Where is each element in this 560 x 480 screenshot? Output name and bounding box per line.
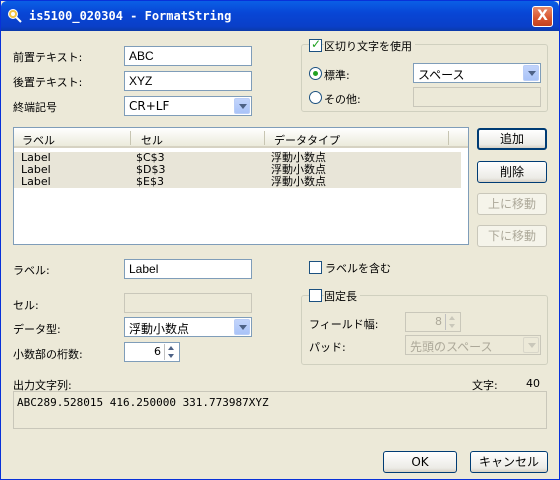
app-icon <box>8 9 22 23</box>
pad-label: パッド: <box>309 341 346 354</box>
chevron-down-icon[interactable] <box>523 65 539 81</box>
datatype-label: データ型: <box>13 323 61 336</box>
standard-delimiter-combobox[interactable]: スペース <box>413 63 541 83</box>
spinner-arrows-icon[interactable] <box>164 344 178 360</box>
add-button[interactable]: 追加 <box>477 128 547 150</box>
spinner-arrows-icon[interactable] <box>445 314 459 330</box>
terminator-combobox[interactable]: CR+LF <box>124 96 252 116</box>
column-header-datatype[interactable]: データタイプ <box>274 132 340 148</box>
row-label: Label <box>21 175 51 188</box>
table-row[interactable]: Label $E$3 浮動小数点 <box>14 176 461 188</box>
fixed-length-checkbox[interactable] <box>309 289 322 302</box>
row-datatype: 浮動小数点 <box>271 175 326 188</box>
delete-button[interactable]: 削除 <box>477 161 547 183</box>
row-cell: $E$3 <box>136 175 164 188</box>
move-up-button[interactable]: 上に移動 <box>477 193 547 215</box>
output-string-field[interactable]: ABC289.528015 416.250000 331.773987XYZ <box>13 391 547 429</box>
window-title: is5100_020304 - FormatString <box>29 9 232 23</box>
ok-button[interactable]: OK <box>383 451 457 473</box>
suffix-input[interactable]: XYZ <box>124 71 252 91</box>
use-delimiter-label: 区切り文字を使用 <box>324 38 415 54</box>
label-field-label: ラベル: <box>13 264 50 277</box>
terminator-label: 終端記号 <box>13 101 57 114</box>
list-header: ラベル セル データタイプ <box>14 128 468 148</box>
decimals-label: 小数部の桁数: <box>13 348 83 361</box>
include-label-checkbox[interactable] <box>309 261 322 274</box>
suffix-label: 後置テキスト: <box>13 76 83 89</box>
prefix-label: 前置テキスト: <box>13 51 83 64</box>
list-scrollbar[interactable] <box>461 148 468 244</box>
datatype-value: 浮動小数点 <box>129 322 190 336</box>
fixed-length-label: 固定長 <box>324 288 360 304</box>
dialog-window: is5100_020304 - FormatString X 前置テキスト: A… <box>0 0 560 480</box>
use-delimiter-checkbox[interactable] <box>309 37 322 52</box>
cancel-button[interactable]: キャンセル <box>470 451 548 473</box>
decimals-value: 6 <box>154 345 161 358</box>
other-delimiter-input[interactable] <box>413 87 541 107</box>
other-label: その他: <box>324 93 361 106</box>
field-width-value: 8 <box>435 315 442 328</box>
pad-combobox[interactable]: 先頭のスペース <box>405 335 541 355</box>
table-row[interactable]: Label $C$3 浮動小数点 <box>14 152 461 164</box>
other-radio[interactable] <box>309 91 322 104</box>
datatype-combobox[interactable]: 浮動小数点 <box>124 317 252 337</box>
pad-value: 先頭のスペース <box>410 340 493 354</box>
label-input[interactable]: Label <box>124 259 252 279</box>
chevron-down-icon[interactable] <box>234 98 250 114</box>
cell-input[interactable] <box>124 293 252 313</box>
include-label-text: ラベルを含む <box>325 262 391 275</box>
column-header-cell[interactable]: セル <box>141 132 163 148</box>
standard-label: 標準: <box>324 69 350 82</box>
chevron-down-icon[interactable] <box>234 319 250 335</box>
terminator-value: CR+LF <box>129 99 170 113</box>
field-list[interactable]: ラベル セル データタイプ Label $C$3 浮動小数点 Label $D$… <box>13 127 469 245</box>
move-down-button[interactable]: 下に移動 <box>477 225 547 247</box>
cell-label: セル: <box>13 299 39 312</box>
field-width-label: フィールド幅: <box>309 318 379 331</box>
decimals-stepper[interactable]: 6 <box>124 342 180 362</box>
prefix-input[interactable]: ABC <box>124 46 252 66</box>
field-width-stepper[interactable]: 8 <box>405 312 461 332</box>
standard-radio[interactable] <box>309 67 322 80</box>
standard-delimiter-value: スペース <box>418 68 465 82</box>
column-header-label[interactable]: ラベル <box>22 132 55 148</box>
close-button[interactable]: X <box>532 6 553 27</box>
title-bar[interactable]: is5100_020304 - FormatString X <box>1 1 559 31</box>
char-count-value: 40 <box>526 377 540 390</box>
table-row[interactable]: Label $D$3 浮動小数点 <box>14 164 461 176</box>
chevron-down-icon[interactable] <box>523 337 539 353</box>
